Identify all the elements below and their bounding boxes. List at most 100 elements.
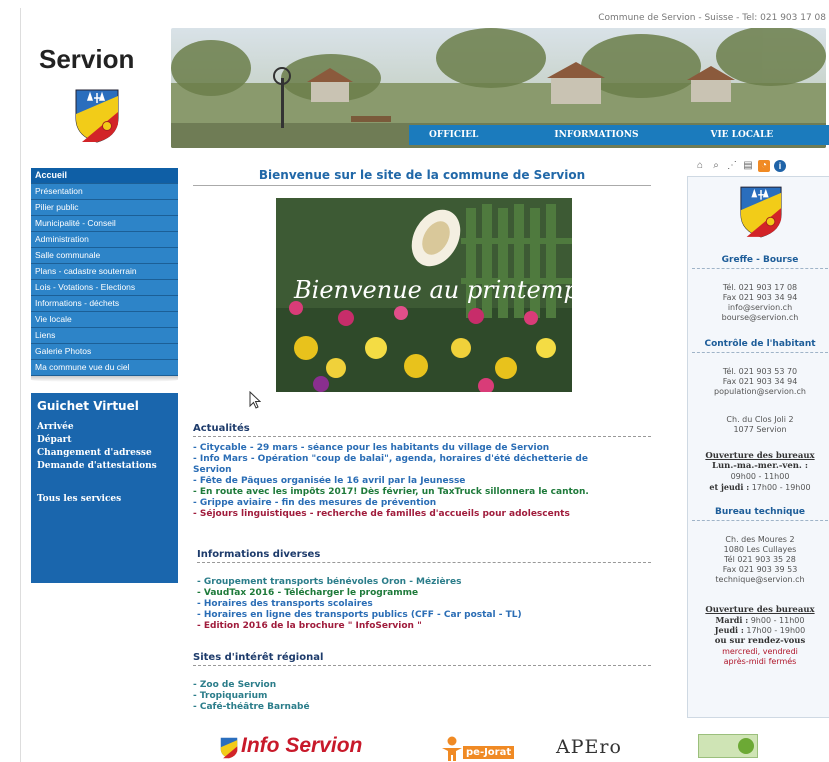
info-servion-logo[interactable]: Info Servion (219, 734, 399, 762)
mardi-label: Mardi : (715, 615, 749, 625)
ouverture2-jeudi: Jeudi : 17h00 - 19h00 (692, 625, 828, 636)
leftnav-salle-communale[interactable]: Salle communale (31, 248, 178, 264)
welcome-title: Bienvenue sur le site de la commune de S… (193, 168, 651, 186)
greffe-fax: Fax 021 903 34 94 (722, 293, 798, 302)
person-icon (442, 736, 462, 761)
controle-address-2: 1077 Servion (733, 425, 787, 434)
news-item[interactable]: - Citycable - 29 mars - séance pour les … (193, 443, 651, 454)
leftnav-accueil[interactable]: Accueil (31, 168, 178, 184)
ouverture2-closed-2: après-midi fermés (723, 657, 797, 666)
leftnav-vue-du-ciel[interactable]: Ma commune vue du ciel (31, 360, 178, 376)
ouverture2-title: Ouverture des bureaux (705, 605, 815, 615)
leftnav-vie-locale[interactable]: Vie locale (31, 312, 178, 328)
guichet-depart-link[interactable]: Départ (37, 434, 172, 447)
info-servion-text: Info Servion (241, 734, 363, 757)
apejorat-text: pe-Jorat (463, 746, 515, 759)
leftnav-liens[interactable]: Liens (31, 328, 178, 344)
news-item[interactable]: - Info Mars - Opération "coup de balai",… (193, 454, 651, 465)
logo-area[interactable]: Servion (21, 26, 171, 148)
site-item[interactable]: - Tropiquarium (193, 691, 651, 702)
news-item[interactable]: - Grippe aviaire - fin des mesures de pr… (193, 498, 651, 509)
technique-email[interactable]: technique@servion.ch (692, 575, 828, 585)
contact-topline: Commune de Servion - Suisse - Tel: 021 9… (598, 13, 826, 23)
actualites-section: Actualités - Citycable - 29 mars - séanc… (193, 423, 651, 520)
guichet-arrivee-link[interactable]: Arrivée (37, 421, 172, 434)
leftnav-lois[interactable]: Lois - Votations - Elections (31, 280, 178, 296)
leftnav-presentation[interactable]: Présentation (31, 184, 178, 200)
greffe-tel: Tél. 021 903 17 08 (722, 283, 798, 292)
apero-text: APEro (556, 736, 622, 758)
sitemap-icon[interactable]: ⋰ (726, 160, 738, 172)
apejorat-logo[interactable]: pe-Jorat (441, 734, 551, 762)
guichet-virtuel-panel: Guichet Virtuel Arrivée Départ Changemen… (31, 393, 178, 583)
info-item[interactable]: - VaudTax 2016 - Télécharger le programm… (197, 588, 651, 599)
leftnav-municipalite[interactable]: Municipalité - Conseil (31, 216, 178, 232)
rss-icon[interactable]: ◔ (758, 160, 770, 172)
info-item[interactable]: - Groupement transports bénévoles Oron -… (197, 577, 651, 588)
main-nav: OFFICIEL INFORMATIONS VIE LOCALE (409, 125, 829, 145)
informations-diverses-section: Informations diverses - Groupement trans… (197, 549, 651, 632)
greffe-email[interactable]: info@servion.ch (692, 303, 828, 313)
site-item[interactable]: - Café-théâtre Barnabé (193, 702, 651, 713)
controle-title: Contrôle de l'habitant (692, 339, 828, 353)
greffe-title: Greffe - Bourse (692, 255, 828, 269)
technique-title: Bureau technique (692, 507, 828, 521)
servion-crest-icon (75, 89, 119, 143)
guichet-title: Guichet Virtuel (37, 399, 139, 413)
info-item[interactable]: - Horaires en ligne des transports publi… (197, 610, 651, 621)
guichet-attestations-link[interactable]: Demande d'attestations (37, 460, 172, 473)
news-item[interactable]: - Fête de Pâques organisée le 16 avril p… (193, 476, 651, 487)
info-item[interactable]: - Edition 2016 de la brochure " InfoServ… (197, 621, 651, 632)
home-icon[interactable]: ⌂ (694, 160, 706, 172)
guichet-tous-services-link[interactable]: Tous les services (37, 493, 172, 506)
left-navigation: Accueil Présentation Pilier public Munic… (31, 168, 178, 382)
info-servion-crest-icon (220, 737, 238, 759)
info-icon[interactable]: i (774, 160, 786, 172)
bourse-email[interactable]: bourse@servion.ch (692, 313, 828, 323)
controle-fax: Fax 021 903 34 94 (722, 377, 798, 386)
site-name[interactable]: Servion (39, 44, 134, 75)
ouverture2-closed-1: mercredi, vendredi (722, 647, 798, 656)
leftnav-administration[interactable]: Administration (31, 232, 178, 248)
mouse-cursor-icon (249, 391, 261, 409)
jeudi-label: Jeudi : (714, 625, 744, 635)
controle-email[interactable]: population@servion.ch (692, 387, 828, 397)
ouverture2-rdv: ou sur rendez-vous (714, 636, 806, 646)
ouverture1-jeudi-label: et jeudi : (709, 482, 750, 492)
print-icon[interactable]: ▤ (742, 160, 754, 172)
nav-informations[interactable]: INFORMATIONS (554, 125, 638, 145)
news-item[interactable]: Servion (193, 465, 651, 476)
search-icon[interactable]: ⌕ (710, 160, 722, 172)
informations-diverses-title: Informations diverses (197, 549, 651, 563)
leftnav-shadow (31, 376, 178, 382)
nav-officiel[interactable]: OFFICIEL (429, 125, 478, 145)
ouverture1-title: Ouverture des bureaux (705, 451, 815, 461)
guichet-changement-adresse-link[interactable]: Changement d'adresse (37, 447, 172, 460)
mardi-hours: 9h00 - 11h00 (750, 616, 805, 625)
sites-regionaux-title: Sites d'intérêt régional (193, 652, 651, 666)
contact-sidebar: Greffe - Bourse Tél. 021 903 17 08 Fax 0… (687, 176, 829, 718)
partner-green-logo[interactable] (698, 734, 758, 758)
nav-vie-locale[interactable]: VIE LOCALE (710, 125, 773, 145)
leftnav-pilier-public[interactable]: Pilier public (31, 200, 178, 216)
leftnav-plans[interactable]: Plans - cadastre souterrain (31, 264, 178, 280)
technique-address-1: Ch. des Moures 2 (725, 535, 795, 544)
technique-fax: Fax 021 903 39 53 (722, 565, 798, 574)
ouverture1-hours: 09h00 - 11h00 (730, 472, 790, 481)
site-item[interactable]: - Zoo de Servion (193, 680, 651, 691)
sites-regionaux-section: Sites d'intérêt régional - Zoo de Servio… (193, 652, 651, 713)
technique-tel: Tél 021 903 35 28 (724, 555, 796, 564)
jeudi-hours: 17h00 - 19h00 (746, 626, 806, 635)
leftnav-informations-dechets[interactable]: Informations - déchets (31, 296, 178, 312)
apero-logo[interactable]: APEro (556, 734, 646, 762)
hero-spring-image: Bienvenue au printemps ! (276, 198, 572, 392)
technique-address-2: 1080 Les Cullayes (723, 545, 797, 554)
ouverture1-jeudi-hours: 17h00 - 19h00 (751, 483, 811, 492)
utility-icons: ⌂ ⌕ ⋰ ▤ ◔ i (694, 160, 786, 172)
controle-address-1: Ch. du Clos Joli 2 (726, 415, 794, 424)
news-item[interactable]: - En route avec les impôts 2017! Dès fév… (193, 487, 651, 498)
page: Commune de Servion - Suisse - Tel: 021 9… (20, 8, 829, 762)
news-item[interactable]: - Séjours linguistiques - recherche de f… (193, 509, 651, 520)
leftnav-galerie-photos[interactable]: Galerie Photos (31, 344, 178, 360)
info-item[interactable]: - Horaires des transports scolaires (197, 599, 651, 610)
